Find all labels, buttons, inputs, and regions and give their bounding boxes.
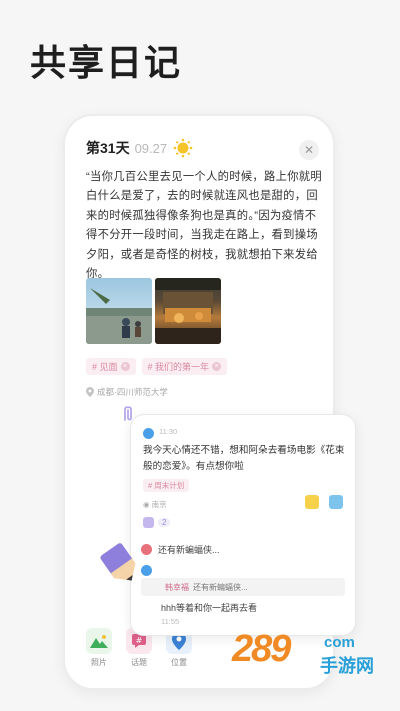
- location-pin-icon: [86, 387, 94, 397]
- emoji-sticker-icon[interactable]: [305, 495, 319, 509]
- quoted-reply[interactable]: 韩幸福 还有新蝙蝠侠...: [141, 578, 345, 596]
- diary-date: 09.27: [134, 140, 168, 156]
- diary-header: 第31天 09.27: [86, 138, 193, 158]
- mountain-photo-icon: [86, 628, 112, 654]
- diary-location[interactable]: 成都·四川师范大学: [86, 386, 168, 398]
- comment-avatar: [143, 426, 154, 444]
- avatar: [143, 428, 154, 439]
- like-button[interactable]: 2: [143, 517, 171, 528]
- close-button[interactable]: ✕: [299, 140, 319, 160]
- tab-location-label: 位置: [171, 658, 187, 667]
- tab-photo-label: 照片: [91, 658, 107, 667]
- tab-photo[interactable]: 照片: [79, 628, 119, 668]
- reply-time: 11:55: [161, 617, 180, 626]
- close-icon: ✕: [303, 143, 315, 157]
- reply-item[interactable]: hhh等着和你一起再去看: [161, 601, 257, 614]
- reply-text: hhh等着和你一起再去看: [161, 603, 258, 613]
- watermark-logo: 289: [232, 628, 291, 670]
- like-count: 2: [158, 518, 171, 527]
- street-image: [155, 278, 221, 344]
- comment-card: 11:30 我今天心情还不错，想和阿朵去看场电影《花束般的恋爱》。有点想你啦 #…: [130, 414, 356, 636]
- sun-icon: [173, 138, 193, 158]
- comment-location[interactable]: ◉ 南京: [143, 499, 167, 510]
- remove-tag-icon[interactable]: ×: [120, 362, 130, 371]
- smile-reaction-icon: [143, 517, 154, 528]
- diary-tags: # 见面 × # 我们的第一年 ×: [86, 358, 228, 375]
- reply-item[interactable]: 还有新蝙蝠侠...: [141, 543, 220, 556]
- quote-author: 韩幸福: [165, 582, 189, 592]
- quote-text: 还有新蝙蝠侠...: [193, 582, 248, 592]
- comment-text: 我今天心情还不错，想和阿朵去看场电影《花束般的恋爱》。有点想你啦: [143, 445, 345, 472]
- location-pin-icon: ◉: [143, 500, 152, 509]
- location-label: 成都·四川师范大学: [97, 387, 168, 397]
- watermark-site: 手游网: [320, 656, 374, 676]
- diary-photo-playground[interactable]: [86, 278, 152, 344]
- comment-time: 11:30: [159, 427, 178, 436]
- reply-text: 还有新蝙蝠侠...: [158, 545, 220, 555]
- tag-chip[interactable]: # 见面 ×: [86, 358, 136, 375]
- reply-chat-icon[interactable]: [329, 495, 343, 509]
- edit-pencil-icon[interactable]: [92, 532, 146, 586]
- page-headline: 共享日记: [30, 42, 183, 83]
- diary-day: 第31天: [86, 140, 130, 156]
- site-watermark: 289 com 手游网: [232, 628, 382, 684]
- comment-location-label: 南京: [151, 500, 167, 509]
- playground-image: [86, 288, 152, 344]
- comment-tag[interactable]: # 周末计划: [143, 479, 190, 492]
- diary-body: “当你几百公里去见一个人的时候，路上你就明白什么是爱了，去的时候就连风也是甜的，…: [86, 171, 323, 281]
- watermark-com: com: [324, 634, 355, 651]
- remove-tag-icon[interactable]: ×: [212, 362, 222, 371]
- tag-label: # 见面: [92, 362, 118, 372]
- svg-text:#: #: [136, 636, 143, 645]
- tab-topic-label: 话题: [131, 658, 147, 667]
- tag-label: # 我们的第一年: [147, 362, 210, 372]
- diary-photo-street[interactable]: [155, 278, 221, 344]
- tag-chip[interactable]: # 我们的第一年 ×: [141, 358, 228, 375]
